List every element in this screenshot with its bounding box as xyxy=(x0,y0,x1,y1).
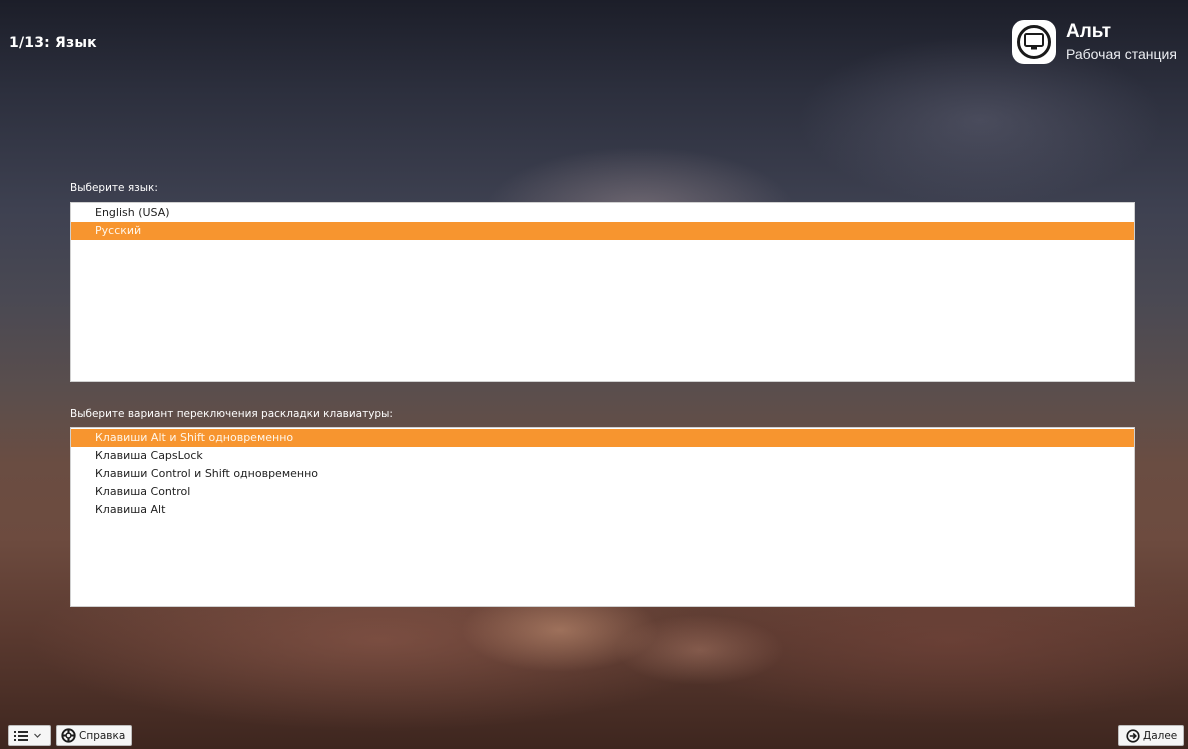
lifebuoy-icon xyxy=(61,728,76,743)
brand-logo: Альт Рабочая станция xyxy=(1012,20,1188,68)
menu-button[interactable] xyxy=(8,725,51,746)
language-item-english[interactable]: English (USA) xyxy=(71,204,1134,222)
brand-name: Альт xyxy=(1066,21,1112,42)
step-title: 1/13: Язык xyxy=(9,35,97,51)
keyboard-item-control-shift[interactable]: Клавиши Control и Shift одновременно xyxy=(71,465,1134,483)
brand-subtitle: Рабочая станция xyxy=(1066,46,1177,62)
keyboard-layout-list[interactable]: Клавиши Alt и Shift одновременно Клавиша… xyxy=(70,427,1135,607)
keyboard-item-control[interactable]: Клавиша Control xyxy=(71,483,1134,501)
chevron-down-icon xyxy=(34,733,41,738)
help-button[interactable]: Справка xyxy=(56,725,132,746)
arrow-right-circle-icon xyxy=(1126,728,1140,743)
language-label: Выберите язык: xyxy=(70,182,158,194)
list-icon xyxy=(14,730,28,741)
help-button-label: Справка xyxy=(79,729,126,742)
language-list[interactable]: English (USA) Русский xyxy=(70,202,1135,382)
keyboard-item-capslock[interactable]: Клавиша CapsLock xyxy=(71,447,1134,465)
installer-screen: 1/13: Язык Альт Рабочая станция Выберите… xyxy=(0,0,1188,749)
next-button-label: Далее xyxy=(1143,729,1178,742)
keyboard-item-alt-shift[interactable]: Клавиши Alt и Shift одновременно xyxy=(71,429,1134,447)
keyboard-item-alt[interactable]: Клавиша Alt xyxy=(71,501,1134,519)
monitor-icon xyxy=(1012,20,1056,64)
language-item-russian[interactable]: Русский xyxy=(71,222,1134,240)
next-button[interactable]: Далее xyxy=(1118,725,1184,746)
keyboard-layout-label: Выберите вариант переключения раскладки … xyxy=(70,408,393,420)
